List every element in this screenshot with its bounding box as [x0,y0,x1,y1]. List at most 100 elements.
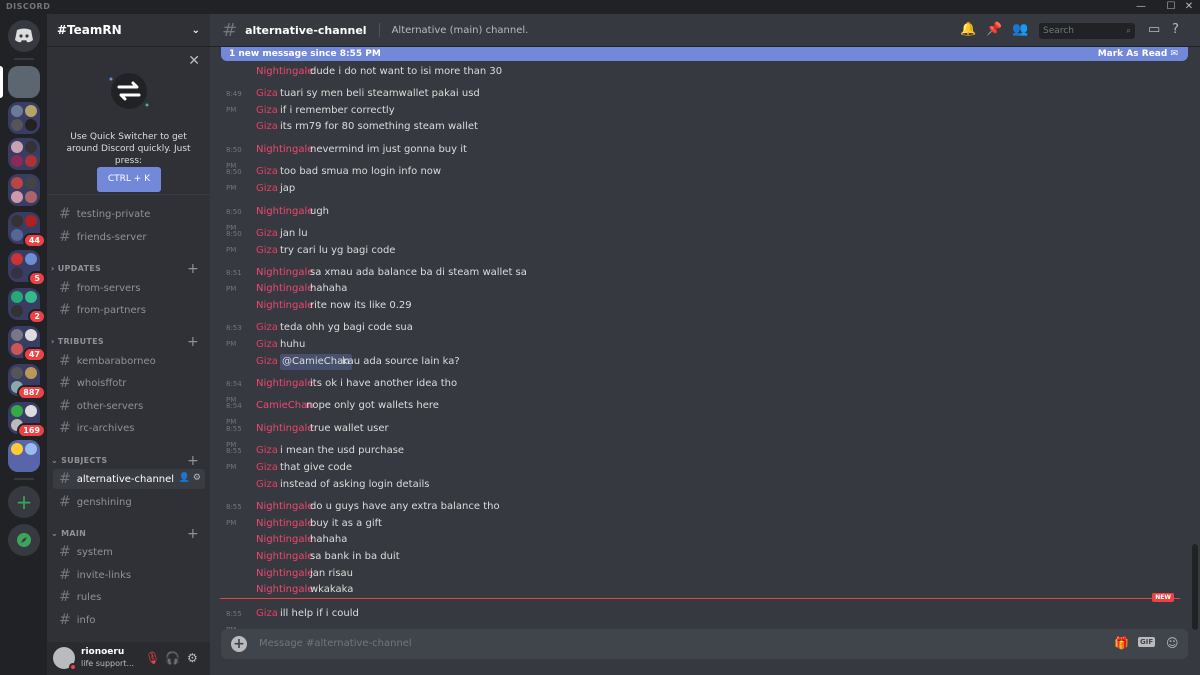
channel-invite-links[interactable]: # invite-links [53,565,205,585]
add-channel-icon[interactable]: + [187,453,199,469]
channel-info[interactable]: # info [53,610,205,630]
server-folder-7[interactable]: 47 [8,326,46,362]
channel-genshining[interactable]: # genshining [53,492,205,512]
gift-icon[interactable]: 🎁 [1114,636,1129,650]
category-main[interactable]: ⌄ MAIN + [51,526,203,542]
channel-from-partners[interactable]: # from-partners [53,300,205,320]
server-folder-8[interactable]: 887 [8,364,46,400]
message-row[interactable]: Giza jap [210,181,1186,197]
channel-friends-server[interactable]: # friends-server [53,227,205,247]
message-author[interactable]: Nightingale [256,281,313,297]
channel-rules[interactable]: # rules [53,587,205,607]
message-author[interactable]: CamieChan [256,398,314,414]
category-updates[interactable]: › UPDATES + [51,261,203,277]
explore-servers-button[interactable] [8,524,40,556]
message-row[interactable]: Nightingale wkakaka [210,582,1186,598]
message-author[interactable]: Giza [256,606,278,622]
server-folder-10[interactable] [8,440,40,472]
message-row[interactable]: 8:55 PM Giza i mean the usd purchase [210,443,1186,471]
home-button[interactable] [8,20,40,52]
message-author[interactable]: Giza [256,86,278,102]
message-row[interactable]: Giza that give code [210,460,1186,476]
close-icon[interactable]: ✕ [188,53,200,69]
message-row[interactable]: Nightingale jan risau [210,566,1186,582]
gif-button[interactable]: GIF [1138,637,1156,647]
server-folder-4[interactable]: 44 [8,212,46,248]
message-author[interactable]: Nightingale [256,421,313,437]
attach-button[interactable]: + [231,636,247,652]
channel-irc-archives[interactable]: # irc-archives [53,418,205,438]
message-row[interactable]: Nightingale sa bank in ba duit [210,549,1186,565]
message-row[interactable]: Giza its rm79 for 80 something steam wall… [210,119,1186,135]
avatar[interactable] [53,647,77,671]
add-channel-icon[interactable]: + [187,526,199,542]
channel-system[interactable]: # system [53,542,205,562]
server-icon-active[interactable] [8,66,40,98]
message-author[interactable]: Nightingale [256,499,313,515]
message-author[interactable]: Giza [256,477,278,493]
server-folder-1[interactable] [8,102,40,134]
message-author[interactable]: Giza [256,460,278,476]
channel-settings-icon[interactable]: 👤 ⚙ [179,473,201,483]
message-author[interactable]: Nightingale [256,298,313,314]
message-author[interactable]: Giza [256,243,278,259]
server-folder-6[interactable]: 2 [8,288,46,324]
server-folder-9[interactable]: 169 [8,402,46,438]
message-row[interactable]: Nightingale hahaha [210,281,1186,297]
server-folder-3[interactable] [8,174,40,206]
pin-icon[interactable]: 📌 [986,22,1002,37]
message-author[interactable]: Nightingale [256,566,313,582]
mark-as-read-button[interactable]: Mark As Read ✉ [1098,47,1178,61]
user-mention[interactable]: @CamieChan [280,354,352,370]
message-author[interactable]: Giza [256,103,278,119]
new-messages-banner[interactable]: 1 new message since 8:55 PM Mark As Read… [221,47,1188,61]
headphones-icon[interactable]: 🎧 [165,651,180,665]
message-row[interactable]: Giza huhu [210,337,1186,353]
message-row[interactable]: 8:51 PM Nightingale sa xmau ada balance ba… [210,265,1186,293]
channel-other-servers[interactable]: # other-servers [53,396,205,416]
message-row[interactable]: Giza instead of asking login details [210,477,1186,493]
message-author[interactable]: Nightingale [256,64,313,80]
quick-switcher-button[interactable]: CTRL + K [97,167,161,192]
inbox-icon[interactable]: ▭ [1148,22,1160,37]
message-row[interactable]: Nightingale buy it as a gift [210,516,1186,532]
message-row[interactable]: 8:50 PM Nightingale nevermind im just gonn… [210,142,1186,170]
channel-whoisffotr[interactable]: # whoisffotr [53,373,205,393]
search-input[interactable]: Search ⌕ [1039,23,1135,39]
message-row[interactable]: 8:49 PM Giza tuari sy men beli steamwallet… [210,86,1186,114]
scrollbar[interactable] [1192,544,1198,630]
server-folder-5[interactable]: 5 [8,250,46,286]
message-row[interactable]: 8:55 PM Nightingale true wallet user [210,421,1186,449]
channel-alternative-channel[interactable]: # alternative-channel 👤 ⚙ [53,469,205,489]
message-row[interactable]: Nightingale dude i do not want to isi mor… [210,64,1186,80]
message-row[interactable]: Giza try cari lu yg bagi code [210,243,1186,259]
message-row[interactable]: 8:50 PM Nightingale ugh [210,204,1186,232]
close-window-button[interactable]: ✕ [1178,0,1200,14]
server-folder-2[interactable] [8,138,40,170]
message-author[interactable]: Nightingale [256,582,313,598]
add-server-button[interactable]: + [8,486,40,518]
message-author[interactable]: Giza [256,119,278,135]
message-row[interactable]: Giza if i remember correctly [210,103,1186,119]
message-author[interactable]: Nightingale [256,376,313,392]
message-row[interactable]: 8:50 PM Giza too bad smua mo login info no… [210,164,1186,192]
members-icon[interactable]: 👥 [1012,22,1028,37]
message-author[interactable]: Nightingale [256,516,313,532]
message-author[interactable]: Giza [256,443,278,459]
message-row[interactable]: 8:50 PM Giza jan lu [210,226,1186,254]
message-author[interactable]: Giza [256,164,278,180]
add-channel-icon[interactable]: + [187,261,199,277]
message-author[interactable]: Nightingale [256,549,313,565]
channel-from-servers[interactable]: # from-servers [53,278,205,298]
message-row[interactable]: 8:55 PM Gizaill help if i could [210,606,1186,631]
gear-icon[interactable]: ⚙ [187,651,198,665]
message-row[interactable]: Giza @CamieChan kau ada source lain ka? [210,354,1186,370]
message-author[interactable]: Giza [256,354,278,370]
channel-kembaraborneo[interactable]: # kembaraborneo [53,351,205,371]
channel-testing-private[interactable]: # testing-private [53,204,205,224]
message-row[interactable]: 8:54 PM Nightingale its ok i have another … [210,376,1186,404]
message-author[interactable]: Giza [256,337,278,353]
message-row[interactable]: 8:53 PM Giza teda ohh yg bagi code sua [210,320,1186,348]
message-author[interactable]: Nightingale [256,532,313,548]
message-author[interactable]: Giza [256,320,278,336]
